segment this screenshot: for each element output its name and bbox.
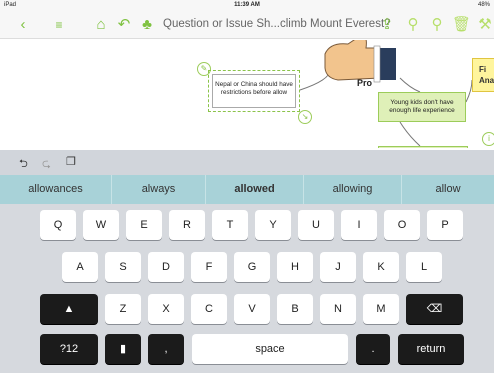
key-f[interactable]: F [191,252,227,282]
tool-icon[interactable]: ⚒ [476,16,494,34]
top-toolbar: ‹ ≡ ⌂ ↶ ♣ Question or Issue Sh...climb M… [0,11,494,39]
kids-node[interactable]: Young kids don't have enough life experi… [378,92,466,122]
node-handle-icon[interactable]: ↘ [298,110,312,124]
backspace-key[interactable]: ⌫ [406,294,463,324]
key-q[interactable]: Q [40,210,76,240]
home-icon[interactable]: ⌂ [92,16,110,34]
comma-key[interactable]: , [148,334,184,364]
list-icon[interactable]: ≡ [50,16,68,34]
status-bar: iPad 11:39 AM 48% [0,0,494,11]
undo-icon[interactable]: ↶ [115,16,133,34]
shift-arrow-icon: ▲ [63,303,75,315]
backspace-icon: ⌫ [426,303,443,315]
key-g[interactable]: G [234,252,270,282]
key-j[interactable]: J [320,252,356,282]
suggestion-item[interactable]: allowing [304,175,402,204]
copy-key-icon[interactable]: ❐ [66,155,76,168]
key-w[interactable]: W [83,210,119,240]
key-x[interactable]: X [148,294,184,324]
chevron-left-icon[interactable]: ‹ [14,16,32,34]
period-key[interactable]: . [356,334,390,364]
key-t[interactable]: T [212,210,248,240]
focused-node[interactable]: Nepal or China should have restrictions … [208,70,300,112]
key-b[interactable]: B [277,294,313,324]
key-r[interactable]: R [169,210,205,240]
suggestion-item-selected[interactable]: allowed [206,175,304,204]
key-y[interactable]: Y [255,210,291,240]
add-sibling-icon[interactable]: ⚲ [428,16,446,34]
numbers-key[interactable]: ?12 [40,334,98,364]
dictation-icon: ▮ [119,343,127,355]
key-h[interactable]: H [277,252,313,282]
suggestion-bar: allowances always allowed allowing allow [0,175,494,204]
key-o[interactable]: O [384,210,420,240]
hierarchy-icon[interactable]: ♣ [138,16,156,34]
key-a[interactable]: A [62,252,98,282]
battery-level: 48% [477,2,490,8]
share-icon[interactable]: ⇪ [378,16,396,34]
key-k[interactable]: K [363,252,399,282]
focused-node-text[interactable]: Nepal or China should have restrictions … [212,74,296,108]
key-z[interactable]: Z [105,294,141,324]
key-u[interactable]: U [298,210,334,240]
key-d[interactable]: D [148,252,184,282]
key-c[interactable]: C [191,294,227,324]
clock: 11:39 AM [234,2,260,8]
undo-key-icon[interactable]: ⮌ [19,155,28,174]
key-v[interactable]: V [234,294,270,324]
trash-icon[interactable]: 🗑 [452,16,471,34]
dictation-key[interactable]: ▮ [105,334,141,364]
right-node[interactable]: Fi Ana [472,58,494,92]
key-n[interactable]: N [320,294,356,324]
pro-label: Pro [357,78,373,88]
key-m[interactable]: M [363,294,399,324]
bottom-node[interactable] [378,146,468,148]
add-child-icon[interactable]: ⚲ [404,16,422,34]
key-i[interactable]: I [341,210,377,240]
info-badge-icon[interactable]: i [482,132,494,146]
key-s[interactable]: S [105,252,141,282]
key-p[interactable]: P [427,210,463,240]
suggestion-item[interactable]: allowances [0,175,112,204]
on-screen-keyboard: Q W E R T Y U I O P A S D F G H J K L ▲ … [0,204,494,373]
mind-map-canvas[interactable]: Pro ✎ Nepal or China should have restric… [0,40,494,148]
document-title: Question or Issue Sh...climb Mount Evere… [163,18,391,30]
key-l[interactable]: L [406,252,442,282]
space-key[interactable]: space [192,334,348,364]
redo-key-icon[interactable]: ⮎ [42,155,51,174]
suggestion-item[interactable]: always [112,175,206,204]
return-key[interactable]: return [398,334,464,364]
keyboard-shortcut-bar: ⮌ ⮎ ❐ [0,150,494,175]
key-e[interactable]: E [126,210,162,240]
suggestion-item[interactable]: allow [402,175,494,204]
shift-key[interactable]: ▲ [40,294,98,324]
